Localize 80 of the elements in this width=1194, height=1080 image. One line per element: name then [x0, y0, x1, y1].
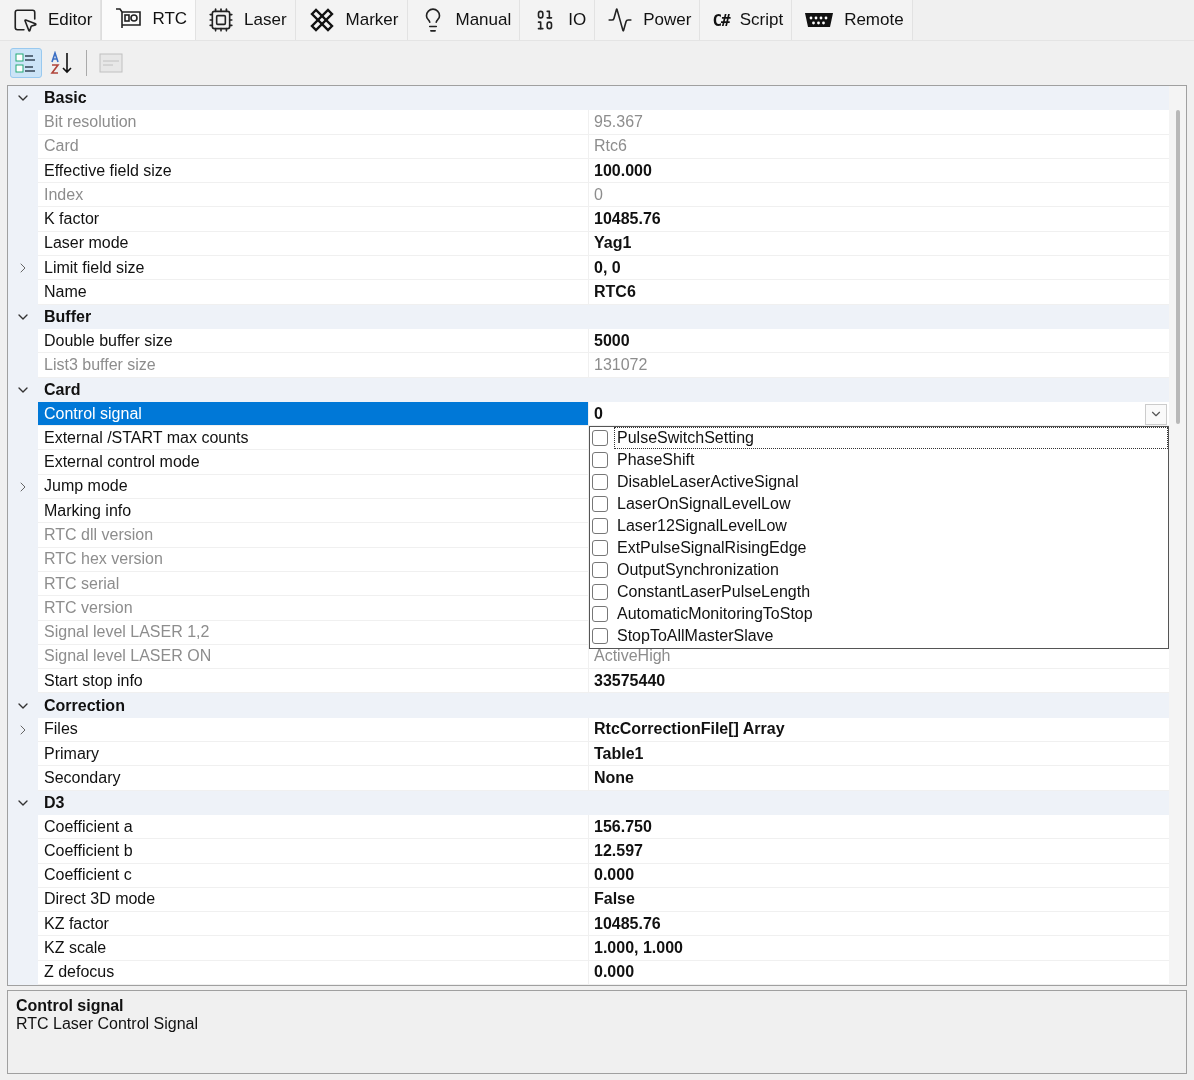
property-value: 156.750: [593, 817, 652, 836]
property-value: 0: [593, 404, 603, 423]
property-value: 33575440: [593, 671, 666, 690]
option-label[interactable]: ConstantLaserPulseLength: [614, 580, 1168, 603]
circuit-card-icon: [114, 7, 143, 31]
checkbox[interactable]: [592, 583, 608, 600]
description-title: Control signal: [16, 997, 125, 1015]
property-name[interactable]: Files: [38, 717, 588, 742]
property-value: 131072: [593, 355, 648, 374]
checkbox[interactable]: [592, 561, 608, 578]
property-value: Table1: [593, 744, 644, 763]
cursor-window-icon: [12, 7, 38, 33]
property-name[interactable]: Name: [38, 280, 588, 305]
sort-icon: [50, 51, 74, 75]
categorized-button[interactable]: [10, 48, 42, 78]
property-value: 0.000: [593, 866, 635, 885]
property-name[interactable]: Coefficient b: [38, 839, 588, 864]
property-value: RTC6: [593, 283, 636, 301]
option-label[interactable]: PhaseShift: [614, 448, 1168, 471]
checkbox[interactable]: [592, 627, 608, 644]
property-value: Yag1: [593, 234, 632, 253]
property-name[interactable]: Z defocus: [38, 960, 588, 985]
property-name[interactable]: KZ factor: [38, 912, 588, 937]
property-value: False: [593, 890, 635, 909]
property-name[interactable]: Double buffer size: [38, 328, 588, 354]
option-label[interactable]: DisableLaserActiveSignal: [614, 470, 1168, 493]
property-name[interactable]: Laser mode: [38, 231, 588, 257]
option-label[interactable]: AutomaticMonitoringToStop: [614, 602, 1168, 625]
option-label[interactable]: Laser12SignalLevelLow: [614, 514, 1168, 537]
property-name[interactable]: K factor: [38, 207, 588, 232]
property-value: None: [593, 768, 634, 787]
property-name[interactable]: Start stop info: [38, 669, 588, 694]
serial-connector-icon: [804, 12, 835, 28]
property-value: 0.000: [593, 963, 635, 982]
waveform-icon: [607, 7, 634, 33]
property-value: ActiveHigh: [593, 647, 671, 666]
checkbox[interactable]: [592, 495, 608, 512]
property-name[interactable]: Jump mode: [38, 474, 588, 500]
option-label[interactable]: ExtPulseSignalRisingEdge: [614, 536, 1168, 559]
checkbox[interactable]: [592, 451, 608, 468]
property-value: 0: [593, 185, 603, 204]
property-value: 10485.76: [593, 210, 661, 229]
property-value: 0, 0: [593, 258, 621, 277]
property-name[interactable]: Coefficient c: [38, 863, 588, 888]
property-value: 95.367: [593, 112, 643, 131]
checkbox[interactable]: [592, 429, 608, 446]
code-icon: C#: [712, 10, 730, 30]
property-value: 100.000: [593, 161, 652, 180]
property-name[interactable]: Coefficient a: [38, 814, 588, 840]
option-label[interactable]: PulseSwitchSetting: [614, 426, 1168, 449]
property-name[interactable]: Marking info: [38, 499, 588, 524]
checkbox[interactable]: [592, 517, 608, 534]
property-value: 1.000, 1.000: [593, 939, 683, 958]
checkbox[interactable]: [592, 473, 608, 490]
checkbox[interactable]: [592, 539, 608, 556]
property-value: 10485.76: [593, 914, 661, 933]
property-name[interactable]: Limit field size: [38, 256, 588, 281]
chip-icon: [208, 7, 235, 33]
property-value: Rtc6: [593, 137, 627, 156]
categorized-icon: [15, 52, 37, 74]
dropdown-button[interactable]: [1145, 403, 1167, 425]
property-name[interactable]: Control signal: [38, 401, 588, 427]
option-label[interactable]: LaserOnSignalLevelLow: [614, 492, 1168, 515]
property-value: 12.597: [593, 841, 643, 860]
property-name[interactable]: Direct 3D mode: [38, 887, 588, 913]
property-name[interactable]: KZ scale: [38, 936, 588, 961]
property-value: 5000: [593, 331, 630, 350]
property-name[interactable]: External /START max counts: [38, 426, 588, 451]
option-label[interactable]: StopToAllMasterSlave: [614, 624, 1168, 647]
scrollbar-thumb[interactable]: [1175, 110, 1180, 424]
property-value: RtcCorrectionFile[] Array: [593, 720, 785, 739]
tab[interactable]: RTC: [101, 0, 197, 40]
property-name[interactable]: Primary: [38, 742, 588, 767]
property-name[interactable]: External control mode: [38, 450, 588, 475]
checkbox[interactable]: [592, 605, 608, 622]
option-label[interactable]: OutputSynchronization: [614, 558, 1168, 581]
description-text: RTC Laser Control Signal: [16, 1015, 199, 1033]
property-name[interactable]: Effective field size: [38, 158, 588, 184]
property-name[interactable]: Secondary: [38, 766, 588, 791]
property-pages-icon: [99, 52, 123, 74]
